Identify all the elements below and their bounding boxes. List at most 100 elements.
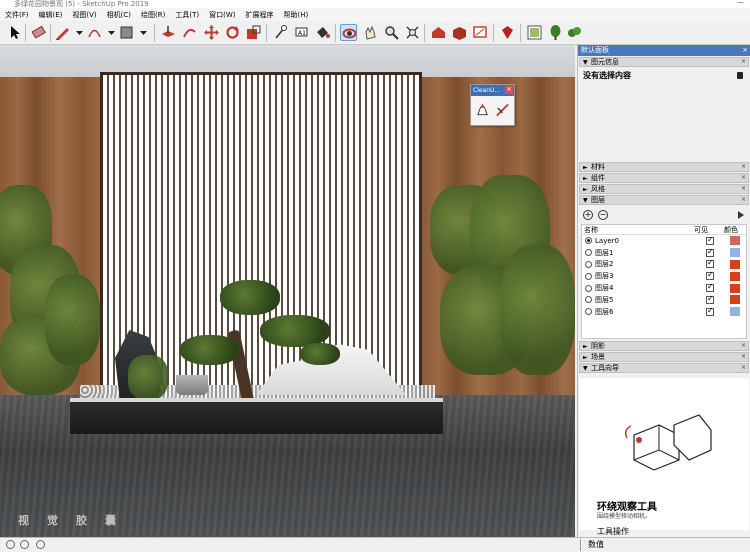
pan-icon[interactable] xyxy=(362,24,379,41)
pencil-icon[interactable] xyxy=(54,24,71,41)
section-components[interactable]: ► 组件 × xyxy=(579,173,749,183)
visible-checkbox[interactable] xyxy=(706,294,714,304)
add-layer-button[interactable]: + xyxy=(583,210,593,220)
layer-row[interactable]: Layer0 xyxy=(582,235,746,247)
select-icon[interactable] xyxy=(6,24,23,41)
layer-color-swatch[interactable] xyxy=(730,236,740,246)
visible-checkbox[interactable] xyxy=(706,258,714,269)
menu-extensions[interactable]: 扩展程序 xyxy=(240,10,278,20)
instructor-ops: 工具操作 xyxy=(597,527,629,536)
section-shadows[interactable]: ► 阴影 × xyxy=(579,341,749,351)
rotate-icon[interactable] xyxy=(224,24,241,41)
cleanup-toolbar[interactable]: CleanU... × xyxy=(470,84,515,126)
menu-file[interactable]: 文件(F) xyxy=(0,10,34,20)
layer-toolbar: + − xyxy=(581,210,747,222)
paint-bucket-icon[interactable] xyxy=(314,24,331,41)
warehouse-icon[interactable] xyxy=(430,24,447,41)
layer-row[interactable]: 图层2 xyxy=(582,258,746,271)
extension-warehouse-icon[interactable] xyxy=(451,24,468,41)
orbit-icon[interactable] xyxy=(340,24,357,41)
active-layer-radio[interactable] xyxy=(585,308,592,316)
visible-checkbox[interactable] xyxy=(706,270,714,281)
zoom-icon[interactable] xyxy=(383,24,400,41)
menu-tools[interactable]: 工具(T) xyxy=(170,10,204,20)
section-instructor[interactable]: ▼ 工具向导 × xyxy=(579,363,749,373)
arc-icon[interactable] xyxy=(86,24,103,41)
scene-icon[interactable] xyxy=(566,24,583,41)
section-styles[interactable]: ► 风格 × xyxy=(579,184,749,194)
stone-pot xyxy=(176,375,208,395)
close-icon[interactable]: × xyxy=(742,45,748,56)
help-icon[interactable] xyxy=(36,540,45,549)
layer-color-swatch[interactable] xyxy=(730,295,740,305)
active-layer-radio[interactable] xyxy=(585,272,592,280)
cleanup-icon[interactable] xyxy=(475,102,490,118)
section-materials[interactable]: ► 材料 × xyxy=(579,162,749,172)
layer-color-swatch[interactable] xyxy=(730,259,740,269)
cleanup-settings-icon[interactable] xyxy=(495,102,510,118)
active-layer-radio[interactable] xyxy=(585,249,592,257)
active-layer-radio[interactable] xyxy=(585,237,592,245)
title-bar: 多绿花园物景观 (5) - SketchUp Pro 2019 — xyxy=(0,0,750,8)
layer-color-swatch[interactable] xyxy=(730,248,740,258)
visible-checkbox[interactable] xyxy=(706,282,714,293)
geo-location-icon[interactable] xyxy=(6,540,15,549)
eraser-icon[interactable] xyxy=(30,24,47,41)
menu-window[interactable]: 窗口(W) xyxy=(204,10,240,20)
layer-color-swatch[interactable] xyxy=(730,307,740,317)
close-icon[interactable]: × xyxy=(505,86,513,94)
chevron-down-icon[interactable] xyxy=(135,24,152,41)
menu-edit[interactable]: 编辑(E) xyxy=(34,10,68,20)
layer-row[interactable]: 图层4 xyxy=(582,282,746,294)
column-visible[interactable]: 可见 xyxy=(694,225,724,234)
entity-info-content: 没有选择内容 xyxy=(581,69,747,83)
layer-row[interactable]: 图层3 xyxy=(582,270,746,282)
text-icon[interactable]: A1 xyxy=(293,24,310,41)
visible-checkbox[interactable] xyxy=(706,235,714,245)
default-tray: 默认面板 × ▼ 图元信息 × 没有选择内容 ► 材料 × ► 组件 × ► 风格 × ▼ 图层 ×… xyxy=(577,45,750,537)
active-layer-radio[interactable] xyxy=(585,296,592,304)
ruby-icon[interactable] xyxy=(499,24,516,41)
layer-row[interactable]: 图层6 xyxy=(582,306,746,318)
push-pull-icon[interactable] xyxy=(160,24,177,41)
instructor-content: 环绕观察工具 围绕模型移动相机。 工具操作 xyxy=(579,378,749,536)
visible-checkbox[interactable] xyxy=(706,247,714,257)
layer-row[interactable]: 图层5 xyxy=(582,294,746,306)
remove-layer-button[interactable]: − xyxy=(598,210,608,220)
credits-icon[interactable] xyxy=(20,540,29,549)
section-layers[interactable]: ▼ 图层 × xyxy=(579,195,749,205)
main-toolbar: A1 xyxy=(0,21,750,45)
menu-help[interactable]: 帮助(H) xyxy=(278,10,313,20)
layer-color-swatch[interactable] xyxy=(730,271,740,281)
column-color[interactable]: 颜色 xyxy=(724,225,746,234)
lock-icon xyxy=(737,72,743,79)
tape-measure-icon[interactable] xyxy=(272,24,289,41)
rectangle-icon[interactable] xyxy=(118,24,135,41)
section-scenes[interactable]: ► 场景 × xyxy=(579,352,749,362)
offset-icon[interactable] xyxy=(181,24,198,41)
menu-view[interactable]: 视图(V) xyxy=(67,10,101,20)
instructor-subtitle: 围绕模型移动相机。 xyxy=(597,513,652,520)
scale-icon[interactable] xyxy=(245,24,262,41)
minimize-button[interactable]: — xyxy=(737,0,744,6)
cleanup-toolbar-title: CleanU... × xyxy=(471,85,514,96)
watermark: 视 觉 胶 囊 xyxy=(18,514,116,527)
menu-bar: 文件(F) 编辑(E) 视图(V) 相机(C) 绘图(R) 工具(T) 窗口(W… xyxy=(0,8,750,21)
zoom-extents-icon[interactable] xyxy=(404,24,421,41)
layout-icon[interactable] xyxy=(472,24,489,41)
tray-title: 默认面板 × xyxy=(578,45,750,56)
active-layer-radio[interactable] xyxy=(585,284,592,292)
layer-details-icon[interactable] xyxy=(738,211,744,219)
planter-box xyxy=(70,398,443,434)
components-icon[interactable] xyxy=(547,24,564,41)
visible-checkbox[interactable] xyxy=(706,306,714,316)
layer-row[interactable]: 图层1 xyxy=(582,247,746,259)
column-name[interactable]: 名称 xyxy=(582,225,694,234)
menu-draw[interactable]: 绘图(R) xyxy=(136,10,170,20)
active-layer-radio[interactable] xyxy=(585,260,592,268)
styles-icon[interactable] xyxy=(526,24,543,41)
move-icon[interactable] xyxy=(203,24,220,41)
section-entity-info[interactable]: ▼ 图元信息 × xyxy=(579,57,749,67)
menu-camera[interactable]: 相机(C) xyxy=(102,10,136,20)
layer-color-swatch[interactable] xyxy=(730,283,740,293)
